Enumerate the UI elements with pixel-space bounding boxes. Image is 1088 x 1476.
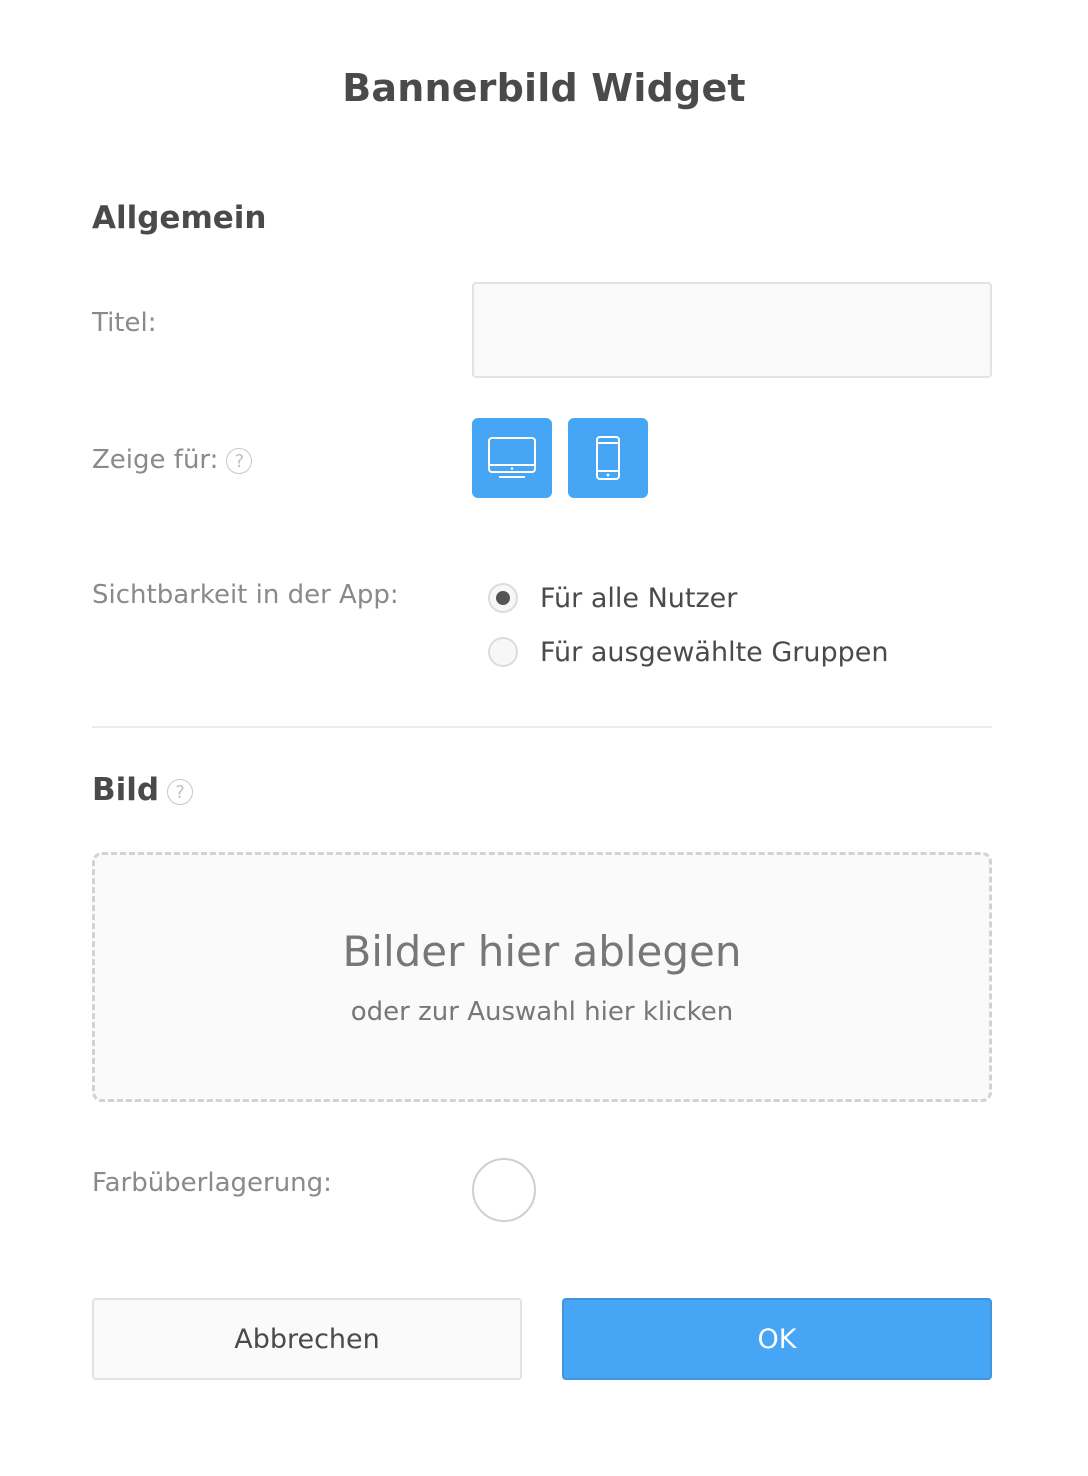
radio-label-selected-groups: Für ausgewählte Gruppen [540, 636, 889, 668]
radio-button-selected[interactable] [488, 583, 518, 613]
dialog-title: Bannerbild Widget [342, 66, 746, 110]
radio-label-all-users: Für alle Nutzer [540, 582, 738, 614]
section-heading-image-text: Bild [92, 772, 160, 808]
color-overlay-swatch[interactable] [472, 1158, 536, 1222]
section-divider [92, 726, 992, 728]
help-icon[interactable]: ? [167, 778, 194, 805]
desktop-monitor-icon [488, 437, 536, 478]
banner-widget-dialog: Bannerbild Widget Allgemein Titel: Zeige… [0, 0, 1088, 1476]
section-heading-general: Allgemein [92, 200, 267, 236]
radio-button-unselected[interactable] [488, 637, 518, 667]
radio-selected-groups[interactable]: Für ausgewählte Gruppen [488, 635, 888, 669]
smartphone-icon [596, 436, 620, 480]
device-toggle-mobile[interactable] [568, 418, 648, 498]
help-icon[interactable]: ? [226, 447, 253, 474]
image-dropzone[interactable]: Bilder hier ablegen oder zur Auswahl hie… [92, 852, 992, 1102]
visibility-label: Sichtbarkeit in der App: [92, 580, 399, 610]
ok-button[interactable]: OK [562, 1298, 992, 1380]
radio-all-users[interactable]: Für alle Nutzer [488, 581, 737, 615]
title-input[interactable] [472, 282, 992, 378]
dropzone-title: Bilder hier ablegen [342, 927, 742, 976]
cancel-button[interactable]: Abbrechen [92, 1298, 522, 1380]
device-toggle-desktop[interactable] [472, 418, 552, 498]
show-for-label-text: Zeige für: [92, 445, 219, 475]
dropzone-subtitle: oder zur Auswahl hier klicken [350, 997, 734, 1027]
radio-dot [496, 591, 510, 605]
show-for-label: Zeige für:? [92, 445, 253, 475]
title-label: Titel: [92, 308, 157, 338]
color-overlay-label: Farbüberlagerung: [92, 1168, 332, 1198]
section-heading-image: Bild? [92, 772, 194, 808]
